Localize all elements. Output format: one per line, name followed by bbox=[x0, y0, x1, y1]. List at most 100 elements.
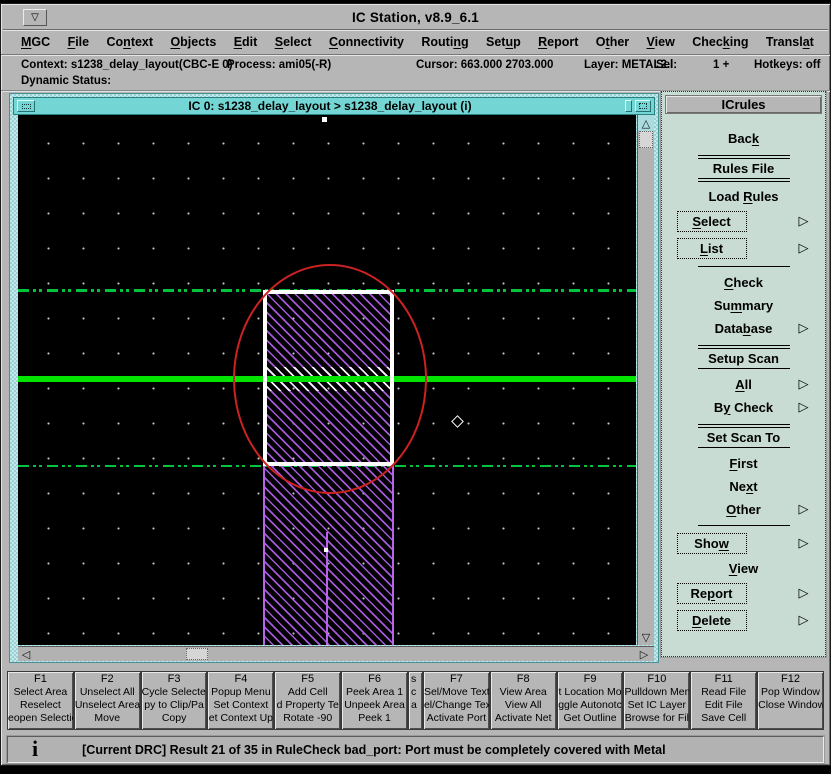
menu-file[interactable]: File bbox=[68, 35, 90, 49]
scroll-left-button[interactable]: ◁ bbox=[18, 647, 34, 661]
rules-item-database[interactable]: Database ▷ bbox=[668, 318, 820, 339]
rules-item-first[interactable]: First bbox=[668, 453, 820, 474]
menu-checking[interactable]: Checking bbox=[692, 35, 748, 49]
fkey-number: F11 bbox=[691, 673, 756, 686]
canvas-minimize-button[interactable] bbox=[625, 100, 632, 112]
selection-label: Sel: bbox=[656, 59, 677, 71]
by-check-label[interactable]: By Check bbox=[714, 400, 773, 415]
scroll-right-button[interactable]: ▷ bbox=[636, 647, 652, 661]
fkey-f8[interactable]: F8View AreaView AllActivate Net bbox=[491, 672, 556, 729]
menu-translat[interactable]: Translat bbox=[766, 35, 814, 49]
layout-drawing-area[interactable] bbox=[18, 115, 636, 645]
menu-setup[interactable]: Setup bbox=[486, 35, 521, 49]
rules-button-delete[interactable]: Delete ▷ bbox=[668, 608, 820, 633]
submenu-arrow-icon[interactable]: ▷ bbox=[799, 587, 809, 600]
horizontal-scroll-thumb[interactable] bbox=[186, 648, 208, 660]
main-window: ▽ IC Station, v8.9_6.1 MGC File Context Obj… bbox=[0, 3, 831, 766]
fkey-action-label: d Property Te bbox=[275, 699, 340, 712]
view-label[interactable]: View bbox=[729, 561, 758, 576]
submenu-arrow-icon[interactable]: ▷ bbox=[799, 503, 809, 516]
submenu-arrow-icon[interactable]: ▷ bbox=[799, 378, 809, 391]
next-label[interactable]: Next bbox=[729, 479, 757, 494]
section-rule bbox=[698, 447, 790, 448]
canvas-maximize-button[interactable] bbox=[635, 100, 651, 112]
menu-mgc[interactable]: MGC bbox=[21, 35, 50, 49]
rules-button-list[interactable]: List ▷ bbox=[668, 236, 820, 261]
rules-item-back[interactable]: Back bbox=[668, 128, 820, 149]
menu-connectivity[interactable]: Connectivity bbox=[329, 35, 404, 49]
show-label[interactable]: Show bbox=[677, 533, 747, 554]
submenu-arrow-icon[interactable]: ▷ bbox=[799, 537, 809, 550]
menu-view[interactable]: View bbox=[647, 35, 675, 49]
rules-item-summary[interactable]: Summary bbox=[668, 295, 820, 316]
load-rules-label[interactable]: Load Rules bbox=[708, 189, 778, 204]
fkey-f1[interactable]: F1Select AreaReselecteopen Selectio bbox=[8, 672, 73, 729]
fkey-f6[interactable]: F6Peek Area 1Unpeek AreaPeek 1 bbox=[342, 672, 407, 729]
other-label[interactable]: Other bbox=[726, 502, 761, 517]
fkey-action-label: py to Clip/Pa bbox=[142, 699, 207, 712]
rules-button-show[interactable]: Show ▷ bbox=[668, 531, 820, 556]
window-title: IC Station, v8.9_6.1 bbox=[47, 10, 784, 25]
rules-item-all[interactable]: All ▷ bbox=[668, 374, 820, 395]
first-label[interactable]: First bbox=[729, 456, 757, 471]
canvas-window-menu-button[interactable] bbox=[17, 100, 35, 112]
selection-count: 1 + bbox=[713, 59, 729, 71]
section-label: Setup Scan bbox=[708, 350, 779, 367]
rules-item-check[interactable]: Check bbox=[668, 272, 820, 293]
palette-section-setup-scan: Setup Scan bbox=[698, 344, 790, 371]
submenu-arrow-icon[interactable]: ▷ bbox=[799, 614, 809, 627]
all-label[interactable]: All bbox=[735, 377, 752, 392]
database-label[interactable]: Database bbox=[715, 321, 773, 336]
submenu-arrow-icon[interactable]: ▷ bbox=[799, 401, 809, 414]
scroll-down-button[interactable]: ▽ bbox=[638, 629, 654, 645]
rules-item-other[interactable]: Other ▷ bbox=[668, 499, 820, 520]
rules-item-load-rules[interactable]: Load Rules bbox=[668, 186, 820, 207]
fkey-f5[interactable]: F5Add Celld Property TeRotate -90 bbox=[275, 672, 340, 729]
fkey-f2[interactable]: F2Unselect AllUnselect AreaMove bbox=[75, 672, 140, 729]
rules-item-by-check[interactable]: By Check ▷ bbox=[668, 397, 820, 418]
fkey-clipped[interactable]: sca bbox=[409, 672, 422, 729]
drc-result-ellipse-marker bbox=[233, 264, 427, 494]
window-menu-button[interactable]: ▽ bbox=[23, 9, 47, 26]
menu-report[interactable]: Report bbox=[538, 35, 578, 49]
fkey-f7[interactable]: F7Sel/Move Textel/Change TexActivate Por… bbox=[424, 672, 489, 729]
fkey-f3[interactable]: F3Cycle Selectedpy to Clip/PaCopy bbox=[142, 672, 207, 729]
rules-item-next[interactable]: Next bbox=[668, 476, 820, 497]
list-label[interactable]: List bbox=[677, 238, 747, 259]
fkey-f12[interactable]: F12Pop WindowClose Window bbox=[758, 672, 823, 729]
menu-edit[interactable]: Edit bbox=[234, 35, 258, 49]
rules-button-select[interactable]: Select ▷ bbox=[668, 209, 820, 234]
delete-label[interactable]: Delete bbox=[677, 610, 747, 631]
fkey-f9[interactable]: F9t Location Moggle AutonotcGet Outline bbox=[558, 672, 623, 729]
menu-select[interactable]: Select bbox=[275, 35, 312, 49]
back-label[interactable]: Back bbox=[728, 131, 759, 146]
check-label[interactable]: Check bbox=[724, 275, 763, 290]
scroll-up-button[interactable]: △ bbox=[638, 115, 654, 131]
submenu-arrow-icon[interactable]: ▷ bbox=[799, 242, 809, 255]
window-menu-icon: ▽ bbox=[31, 12, 39, 23]
horizontal-scrollbar[interactable]: ◁ ▷ bbox=[18, 646, 654, 661]
vertical-scrollbar[interactable]: △ ▽ bbox=[637, 115, 654, 645]
fkey-f4[interactable]: F4Popup MenuSet Contextet Context Up bbox=[208, 672, 273, 729]
fkey-f10[interactable]: F10Pulldown MenSet IC LayerBrowse for Fi… bbox=[624, 672, 689, 729]
select-label[interactable]: Select bbox=[677, 211, 747, 232]
rules-button-report[interactable]: Report ▷ bbox=[668, 581, 820, 606]
rules-item-view[interactable]: View bbox=[668, 558, 820, 579]
fkey-action-label: Cycle Selected bbox=[142, 686, 207, 699]
menu-context[interactable]: Context bbox=[107, 35, 154, 49]
fkey-number: F6 bbox=[342, 673, 407, 686]
submenu-arrow-icon[interactable]: ▷ bbox=[799, 215, 809, 228]
canvas-titlebar[interactable]: IC 0: s1238_delay_layout > s1238_delay_l… bbox=[13, 97, 655, 115]
summary-label[interactable]: Summary bbox=[714, 298, 773, 313]
menu-objects[interactable]: Objects bbox=[170, 35, 216, 49]
crosshair-diamond-cursor bbox=[451, 415, 464, 428]
scroll-left-icon: ◁ bbox=[22, 649, 30, 660]
vertical-scroll-thumb[interactable] bbox=[639, 131, 653, 148]
menu-routing[interactable]: Routing bbox=[421, 35, 468, 49]
fkey-f11[interactable]: F11Read FileEdit FileSave Cell bbox=[691, 672, 756, 729]
palette-divider bbox=[698, 266, 790, 267]
fkey-action-label: Unselect All bbox=[75, 686, 140, 699]
submenu-arrow-icon[interactable]: ▷ bbox=[799, 322, 809, 335]
menu-other[interactable]: Other bbox=[596, 35, 629, 49]
report-label[interactable]: Report bbox=[677, 583, 747, 604]
